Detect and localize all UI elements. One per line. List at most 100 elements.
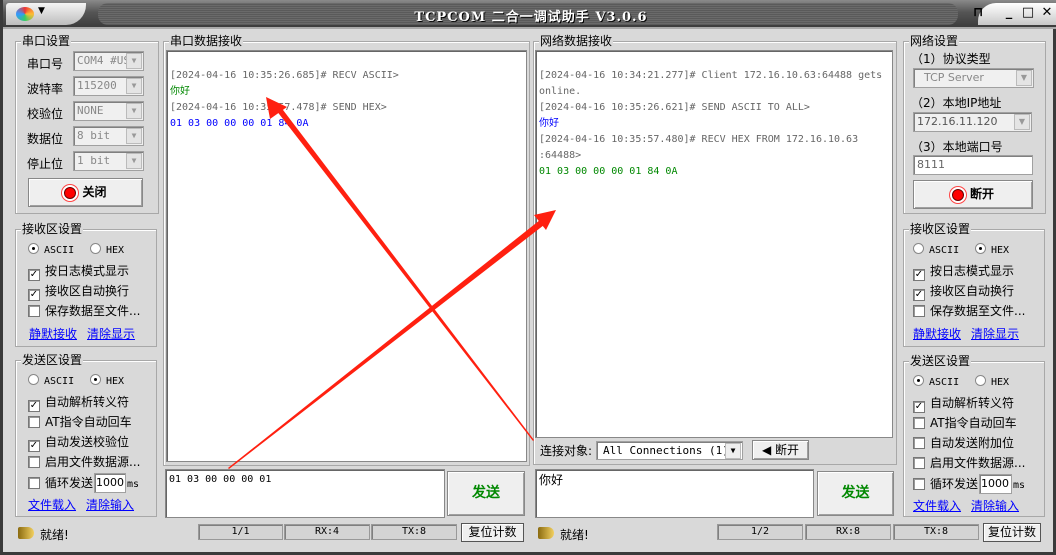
chevron-down-icon: ▼ bbox=[126, 53, 142, 69]
checkbox-icon bbox=[913, 417, 925, 429]
databits-select[interactable]: 8 bit ▼ bbox=[73, 126, 144, 146]
checkbox-icon bbox=[28, 305, 40, 317]
at-cr-checkbox[interactable]: AT指令自动回车 bbox=[913, 415, 1017, 431]
send-ascii-radio[interactable]: ASCII bbox=[913, 375, 959, 391]
baud-select[interactable]: 115200 ▼ bbox=[73, 76, 144, 96]
net-toggle-button[interactable]: 断开 bbox=[913, 180, 1033, 209]
escape-checkbox[interactable]: ✓ 自动解析转义符 bbox=[28, 394, 129, 412]
serial-send-button[interactable]: 发送 bbox=[447, 471, 525, 516]
file-source-checkbox[interactable]: 启用文件数据源... bbox=[913, 455, 1025, 471]
net-send-input[interactable]: 你好 bbox=[535, 469, 814, 518]
log-line: 你好 bbox=[170, 86, 190, 97]
load-file-link[interactable]: 文件载入 bbox=[28, 497, 76, 513]
file-source-checkbox[interactable]: 启用文件数据源... bbox=[28, 454, 140, 470]
local-port-label: （3）本地端口号 bbox=[911, 140, 1003, 154]
chevron-down-icon: ▼ bbox=[126, 153, 142, 169]
clear-display-link[interactable]: 清除显示 bbox=[971, 326, 1019, 342]
option-label: AT指令自动回车 bbox=[45, 415, 132, 429]
ip-select[interactable]: 172.16.11.120 ▼ bbox=[913, 112, 1032, 132]
parity-select[interactable]: NONE ▼ bbox=[73, 101, 144, 121]
at-cr-checkbox[interactable]: AT指令自动回车 bbox=[28, 414, 132, 430]
serial-recv-textarea[interactable]: [2024-04-16 10:35:26.685]# RECV ASCII> 你好… bbox=[166, 50, 527, 462]
button-label: 关闭 bbox=[82, 185, 107, 199]
title-bar: ▼ TCPCOM 二合一调试助手 V3.0.6 ⊓ _ □ ✕ bbox=[3, 0, 1056, 29]
save-file-checkbox[interactable]: 保存数据至文件... bbox=[28, 303, 140, 319]
recv-hex-radio[interactable]: HEX bbox=[90, 243, 124, 259]
target-label: 连接对象: bbox=[540, 444, 593, 458]
radio-icon bbox=[913, 375, 924, 386]
radio-icon bbox=[28, 243, 39, 254]
input-text: 你好 bbox=[539, 473, 564, 487]
serial-toggle-button[interactable]: 关闭 bbox=[28, 178, 143, 207]
clear-input-link[interactable]: 清除输入 bbox=[86, 497, 134, 513]
status-led-icon bbox=[951, 188, 964, 201]
loop-send-checkbox[interactable]: 循环发送 bbox=[913, 476, 978, 492]
net-send-button[interactable]: 发送 bbox=[817, 471, 894, 516]
log-line: 01 03 00 00 00 01 84 0A bbox=[539, 166, 678, 177]
protocol-label: （1）协议类型 bbox=[911, 52, 991, 66]
loop-send-checkbox[interactable]: 循环发送 bbox=[28, 475, 93, 491]
log-line: [2024-04-16 10:34:21.277]# Client 172.16… bbox=[539, 70, 883, 81]
save-file-checkbox[interactable]: 保存数据至文件... bbox=[913, 303, 1025, 319]
connection-target-select[interactable]: All Connections (1) ▼ bbox=[596, 441, 743, 460]
log-mode-checkbox[interactable]: ✓ 按日志模式显示 bbox=[913, 263, 1014, 281]
net-reset-count-button[interactable]: 复位计数 bbox=[983, 523, 1041, 542]
status-led-icon bbox=[64, 186, 77, 199]
serial-page-indicator: 1/1 bbox=[198, 524, 283, 540]
checkmark-icon: ✓ bbox=[28, 440, 40, 452]
auto-wrap-checkbox[interactable]: ✓ 接收区自动换行 bbox=[913, 283, 1014, 301]
disconnect-client-button[interactable]: ◀ 断开 bbox=[752, 440, 809, 460]
stopbits-select[interactable]: 1 bit ▼ bbox=[73, 151, 144, 171]
ms-label: ms bbox=[127, 479, 140, 490]
loop-interval-input[interactable]: 1000 bbox=[94, 473, 126, 493]
silent-recv-link[interactable]: 静默接收 bbox=[29, 326, 77, 342]
local-port-input[interactable]: 8111 bbox=[913, 155, 1033, 175]
ip-label: （2）本地IP地址 bbox=[911, 96, 1002, 110]
checkbox-icon bbox=[28, 477, 40, 489]
radio-icon bbox=[975, 243, 986, 254]
append-checkbox[interactable]: 自动发送附加位 bbox=[913, 435, 1014, 451]
clear-display-link[interactable]: 清除显示 bbox=[87, 326, 135, 342]
loop-interval-input[interactable]: 1000 bbox=[979, 474, 1012, 494]
hand-pointer-icon bbox=[18, 527, 34, 539]
select-value: 8 bit bbox=[77, 129, 111, 142]
minimize-button[interactable]: _ bbox=[1000, 5, 1018, 21]
escape-checkbox[interactable]: ✓ 自动解析转义符 bbox=[913, 395, 1014, 413]
pin-icon[interactable]: ⊓ bbox=[969, 5, 987, 21]
chevron-down-icon: ▼ bbox=[725, 443, 741, 459]
input-text: 01 03 00 00 00 01 bbox=[169, 474, 272, 485]
option-label: 自动发送校验位 bbox=[45, 435, 130, 449]
serial-reset-count-button[interactable]: 复位计数 bbox=[461, 523, 524, 542]
serial-send-input[interactable]: 01 03 00 00 00 01 bbox=[165, 469, 445, 518]
checksum-checkbox[interactable]: ✓ 自动发送校验位 bbox=[28, 434, 129, 452]
group-title: 网络设置 bbox=[909, 33, 960, 49]
send-hex-radio[interactable]: HEX bbox=[90, 374, 124, 390]
auto-wrap-checkbox[interactable]: ✓ 接收区自动换行 bbox=[28, 283, 129, 301]
option-label: 按日志模式显示 bbox=[930, 264, 1015, 278]
radio-icon bbox=[975, 375, 986, 386]
option-label: 启用文件数据源... bbox=[930, 456, 1026, 470]
option-label: ASCII bbox=[44, 376, 75, 387]
recv-ascii-radio[interactable]: ASCII bbox=[913, 243, 959, 259]
chevron-down-icon: ▼ bbox=[126, 128, 142, 144]
maximize-button[interactable]: □ bbox=[1019, 5, 1037, 21]
net-recv-textarea[interactable]: [2024-04-16 10:34:21.277]# Client 172.16… bbox=[535, 50, 893, 438]
net-rx-count: RX:8 bbox=[805, 524, 891, 540]
recv-ascii-radio[interactable]: ASCII bbox=[28, 243, 74, 259]
load-file-link[interactable]: 文件载入 bbox=[913, 498, 961, 514]
option-label: 启用文件数据源... bbox=[45, 455, 141, 469]
log-line: [2024-04-16 10:35:57.480]# RECV HEX FROM… bbox=[539, 134, 859, 145]
clear-input-link[interactable]: 清除输入 bbox=[971, 498, 1019, 514]
chevron-down-icon: ▼ bbox=[1014, 114, 1030, 130]
group-title: 发送区设置 bbox=[21, 352, 84, 368]
send-hex-radio[interactable]: HEX bbox=[975, 375, 1009, 391]
send-ascii-radio[interactable]: ASCII bbox=[28, 374, 74, 390]
checkmark-icon: ✓ bbox=[913, 269, 925, 281]
parity-label: 校验位 bbox=[27, 107, 64, 121]
protocol-select[interactable]: TCP Server ▼ bbox=[913, 68, 1034, 88]
port-select[interactable]: COM4 #USB ▼ bbox=[73, 51, 144, 71]
log-mode-checkbox[interactable]: ✓ 按日志模式显示 bbox=[28, 263, 129, 281]
silent-recv-link[interactable]: 静默接收 bbox=[913, 326, 961, 342]
close-button[interactable]: ✕ bbox=[1038, 5, 1056, 21]
recv-hex-radio[interactable]: HEX bbox=[975, 243, 1009, 259]
